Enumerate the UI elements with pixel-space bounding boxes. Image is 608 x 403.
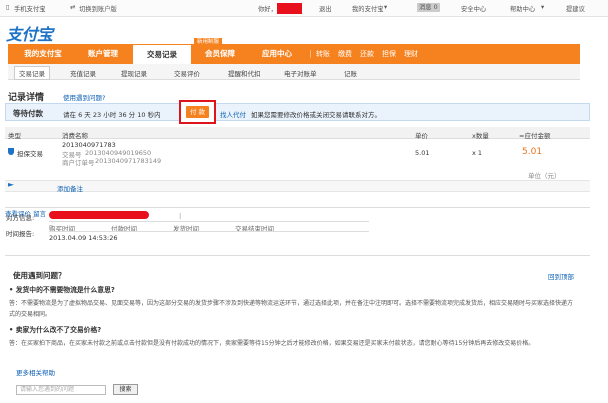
col-qty: x数量 — [472, 132, 489, 140]
col-total: =应付金额 — [519, 132, 551, 140]
trade-info: 对方信息: 查看评价 | 留言 时间报告: 购买时间 付款时间 发货时间 交易结… — [5, 207, 590, 243]
buy-time-value: 2013.04.09 14:53:26 — [49, 234, 118, 242]
search-button[interactable]: 搜索 — [113, 384, 138, 395]
alipay-logo[interactable]: 支付宝 — [6, 21, 53, 45]
back-to-top-link[interactable]: 回到顶部 — [548, 271, 574, 281]
faq-answer: 答：不需要物流是为了虚拟物品交易、见面交易等，因为这部分交易的发货步骤不涉及到快… — [9, 300, 574, 318]
time-label: 时间报告: — [6, 230, 35, 238]
subtab-reminders[interactable]: 提醒和代扣 — [228, 68, 261, 78]
tab-member-protection[interactable]: 会员保障 — [192, 44, 248, 64]
my-alipay-link[interactable]: 我的支付宝 — [352, 4, 383, 13]
nav-transfer[interactable]: 转账 — [316, 44, 330, 64]
switch-icon: ⇄ — [70, 4, 76, 11]
nav-finance[interactable]: 理财 — [404, 44, 418, 64]
divider — [49, 231, 369, 232]
contact-hint: 如果您需要修改价格或关闭交易请联系对方。 — [251, 111, 381, 119]
item-name: 2013040971783 — [62, 141, 116, 149]
suggestion-link[interactable]: 提建议 — [566, 4, 585, 13]
faq-question: • 发货中的不需要物流是什么意思? — [9, 286, 115, 294]
nav-divider — [310, 50, 311, 58]
sub-nav: 交易记录 充值记录 提现记录 交易评价 提醒和代扣 电子对账单 记账 — [8, 64, 580, 80]
order-no: 2013040971783149 — [95, 157, 162, 165]
payment-status-bar: 等待付款 请在 6 天 23 小时 36 分 10 秒内 找人代付 如果您需要修… — [5, 103, 590, 121]
faq-answer: 答：在买家拍下商品，在买家未付款之前或点击付款但是没有付款成功的情况下，卖家需要… — [9, 340, 535, 347]
col-type: 类型 — [8, 132, 21, 140]
col-name: 消费名称 — [62, 132, 88, 140]
top-bar: ▯ 手机支付宝 ⇄ 切换到账户版 你好， 退出 我的支付宝 ▾ 消息 0 安全中… — [0, 0, 608, 17]
more-help-link[interactable]: 更多相关帮助 — [16, 367, 55, 377]
chevron-down-icon: ▾ — [541, 4, 545, 11]
note-bar: 添加备注 — [5, 180, 590, 193]
tab-app-center[interactable]: 应用中心 — [248, 44, 306, 64]
message-badge[interactable]: 消息 0 — [417, 3, 440, 12]
pay-button-highlight: 付 款 — [179, 100, 216, 124]
subtab-trade-records[interactable]: 交易记录 — [14, 66, 50, 80]
greeting-text: 你好， — [258, 6, 277, 13]
page-title: 记录详情 — [8, 93, 45, 103]
security-center-link[interactable]: 安全中心 — [461, 4, 486, 13]
table-header: 类型 消费名称 单价 x数量 =应付金额 — [5, 127, 590, 140]
chevron-down-icon: ▾ — [384, 4, 388, 11]
faq-question: • 卖家为什么改不了交易价格? — [9, 326, 102, 334]
total-amount: 5.01 — [522, 147, 543, 157]
shield-icon — [8, 148, 14, 155]
phone-alipay-link[interactable]: 手机支付宝 — [14, 4, 45, 13]
username-redaction — [277, 3, 302, 14]
status-label: 等待付款 — [13, 109, 43, 118]
phone-icon: ▯ — [6, 4, 10, 11]
nav-escrow[interactable]: 担保 — [382, 44, 396, 64]
faq-heading: 使用遇到问题？ — [13, 271, 66, 280]
subtab-trade-reviews[interactable]: 交易评价 — [174, 68, 200, 78]
subtab-bookkeeping[interactable]: 记账 — [344, 68, 357, 78]
table-row: 担保交易 2013040971783 交易号 2013040949019650 … — [5, 140, 590, 167]
quantity: x 1 — [472, 149, 483, 157]
flag-icon — [8, 183, 14, 187]
help-search-input[interactable]: 请输入您遇到的问题 — [16, 385, 106, 395]
main-nav: 我的支付宝 账户管理 交易记录 会员保障 应用中心 转账 缴费 还款 担保 理财 — [8, 44, 580, 64]
subtab-statements[interactable]: 电子对账单 — [284, 68, 317, 78]
counterpart-redaction — [49, 211, 149, 219]
nav-pay-bills[interactable]: 缴费 — [338, 44, 352, 64]
trade-no: 2013040949019650 — [85, 149, 152, 157]
subtab-recharge-records[interactable]: 充值记录 — [70, 68, 96, 78]
nav-repay[interactable]: 还款 — [360, 44, 374, 64]
order-no-label: 商户订单号 — [62, 159, 95, 167]
counterpart-label: 对方信息: — [6, 214, 35, 222]
help-center-link[interactable]: 帮助中心 — [510, 4, 535, 13]
pay-button[interactable]: 付 款 — [186, 106, 209, 118]
tab-trade-records[interactable]: 交易记录 — [132, 44, 192, 64]
link-divider: | — [179, 212, 182, 220]
tab-my-alipay[interactable]: 我的支付宝 — [12, 44, 74, 64]
divider — [49, 221, 369, 222]
logout-link[interactable]: 退出 — [319, 4, 332, 13]
tab-account-management[interactable]: 账户管理 — [74, 44, 132, 64]
faq-section: 使用遇到问题？ 回到顶部 • 发货中的不需要物流是什么意思? 答：不需要物流是为… — [5, 255, 590, 391]
unit-label: 单位（元） — [528, 172, 561, 180]
message-link[interactable]: 留言 — [33, 210, 46, 218]
unit-price: 5.01 — [415, 149, 430, 157]
switch-account-link[interactable]: 切换到账户版 — [79, 4, 117, 13]
subtab-withdraw-records[interactable]: 提现记录 — [121, 68, 147, 78]
countdown-text: 请在 6 天 23 小时 36 分 10 秒内 — [63, 111, 161, 119]
add-note-link[interactable]: 添加备注 — [57, 183, 83, 193]
help-link[interactable]: 使用遇到问题? — [63, 92, 105, 102]
col-price: 单价 — [415, 132, 428, 140]
trade-type: 担保交易 — [17, 150, 43, 158]
proxy-pay-link[interactable]: 找人代付 — [220, 109, 246, 119]
